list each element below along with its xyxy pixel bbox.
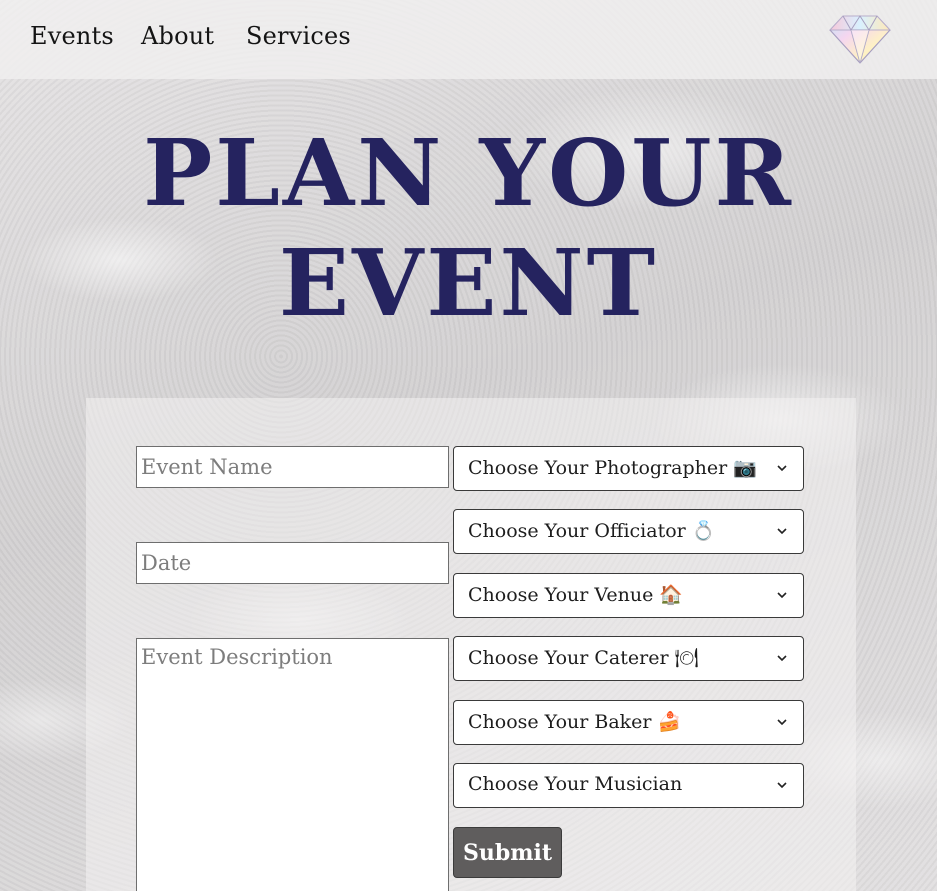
- diamond-icon[interactable]: [829, 12, 891, 64]
- event-description-field[interactable]: [136, 638, 449, 891]
- photographer-select[interactable]: Choose Your Photographer 📷: [453, 446, 804, 491]
- officiator-select-label: Choose Your Officiator 💍: [468, 520, 716, 542]
- photographer-select-label: Choose Your Photographer 📷: [468, 457, 757, 479]
- baker-select-label: Choose Your Baker 🍰: [468, 711, 682, 733]
- page-title: Plan Your Event: [143, 119, 794, 337]
- venue-select[interactable]: Choose Your Venue 🏠: [453, 573, 804, 618]
- musician-select-label: Choose Your Musician: [468, 773, 683, 795]
- caterer-select[interactable]: Choose Your Caterer 🍽: [453, 636, 804, 681]
- caterer-select-label: Choose Your Caterer 🍽: [468, 647, 699, 669]
- nav-link-events[interactable]: Events: [30, 22, 114, 50]
- chevron-down-icon: [777, 592, 787, 599]
- chevron-down-icon: [777, 528, 787, 535]
- date-field[interactable]: [136, 542, 449, 584]
- submit-button[interactable]: Submit: [453, 827, 562, 878]
- chevron-down-icon: [777, 655, 787, 662]
- nav-link-about[interactable]: About: [141, 22, 214, 50]
- event-name-field[interactable]: [136, 446, 449, 488]
- nav-link-services[interactable]: Services: [246, 22, 351, 50]
- chevron-down-icon: [777, 719, 787, 726]
- venue-select-label: Choose Your Venue 🏠: [468, 584, 684, 606]
- chevron-down-icon: [777, 465, 787, 472]
- top-nav-bar: Events About Services: [0, 0, 937, 79]
- musician-select[interactable]: Choose Your Musician: [453, 763, 804, 808]
- officiator-select[interactable]: Choose Your Officiator 💍: [453, 509, 804, 554]
- chevron-down-icon: [777, 782, 787, 789]
- baker-select[interactable]: Choose Your Baker 🍰: [453, 700, 804, 745]
